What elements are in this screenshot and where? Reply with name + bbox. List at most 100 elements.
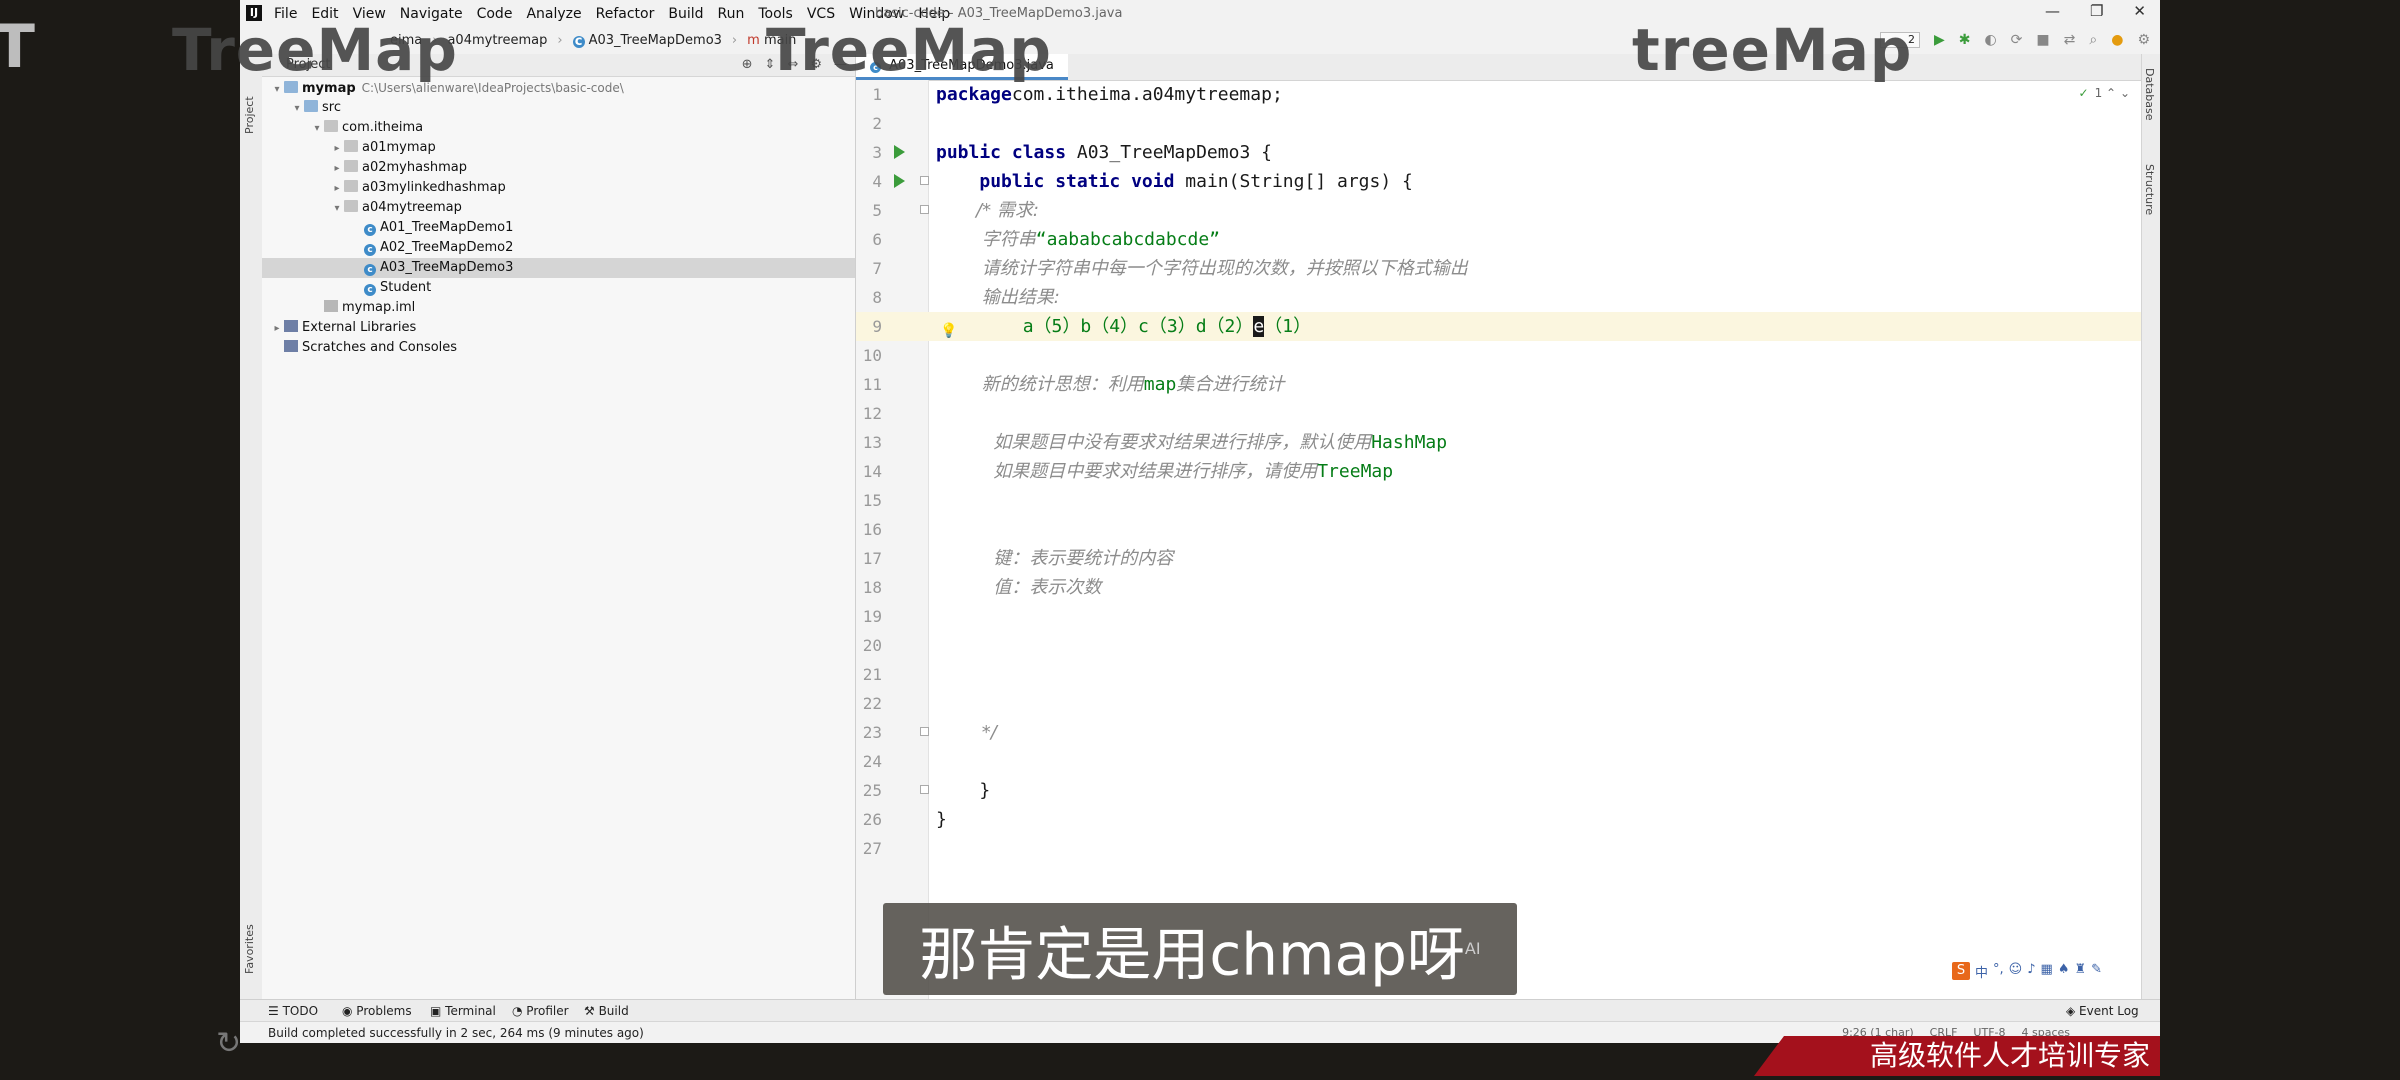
settings-icon[interactable]: ⚙ [2137,32,2150,48]
code-line[interactable]: 16 [856,515,2160,544]
keyboard-icon[interactable]: ▦ [2041,962,2053,981]
problems-tab[interactable]: ◉ Problems [342,1004,412,1018]
menu-build[interactable]: Build [668,6,703,22]
tree-item-label: a04mytreemap [362,200,462,215]
breadcrumb-class[interactable]: c A03_TreeMapDemo3 [572,33,722,48]
chevron-down-icon[interactable]: ⌄ [2120,86,2130,100]
tree-item[interactable]: ▸ External Libraries [262,318,855,338]
sogou-logo-icon[interactable]: S [1952,962,1970,980]
code-line[interactable]: 17 键：表示要统计的内容 [856,544,2160,573]
tree-item[interactable]: c A03_TreeMapDemo3 [262,258,855,278]
tree-item[interactable]: ▸ a01mymap [262,138,855,158]
toolbox-icon[interactable]: ♜ [2074,962,2086,981]
ime-language-toggle[interactable]: 中 [1975,962,1988,981]
menu-code[interactable]: Code [477,6,513,22]
terminal-tab[interactable]: ▣ Terminal [430,1004,496,1018]
emoji-icon[interactable]: ☺ [2009,962,2023,981]
code-line[interactable]: 7 请统计字符串中每一个字符出现的次数，并按照以下格式输出 [856,254,2160,283]
tree-item[interactable]: ▸ a03mylinkedhashmap [262,178,855,198]
project-tool-tab[interactable]: Project [243,96,256,134]
inspection-widget[interactable]: ✓ 1 ⌃ ⌄ [2079,86,2130,100]
code-line[interactable]: 1 packagecom.itheima.a04mytreemap; [856,80,2160,109]
code-line[interactable]: 9 💡 a（5）b（4）c（3）d（2）e（1） [856,312,2160,341]
tree-item[interactable]: ▾ a04mytreemap [262,198,855,218]
run-gutter-icon[interactable] [894,145,905,159]
code-line[interactable]: 14 如果题目中要求对结果进行排序，请使用TreeMap [856,457,2160,486]
translate-icon[interactable]: ⇄ [2064,32,2076,48]
menu-analyze[interactable]: Analyze [526,6,581,22]
breadcrumb-subpackage[interactable]: a04mytreemap [447,33,547,48]
run-gutter-icon[interactable] [894,174,905,188]
chevron-right-icon[interactable]: ▸ [330,159,344,179]
event-log-tab[interactable]: ◈ Event Log [2066,1004,2139,1018]
favorites-tool-tab[interactable]: Favorites [243,924,256,974]
run-icon[interactable]: ▶ [1934,32,1945,48]
chevron-down-icon[interactable]: ▾ [290,99,304,119]
code-line[interactable]: 8 输出结果: [856,283,2160,312]
code-line[interactable]: 2 [856,109,2160,138]
status-message[interactable]: Build completed successfully in 2 sec, 2… [268,1026,644,1040]
fold-icon[interactable] [920,785,929,794]
debug-icon[interactable]: ✱ [1959,32,1971,48]
tree-item[interactable]: mymap.iml [262,298,855,318]
tree-item[interactable]: c A02_TreeMapDemo2 [262,238,855,258]
chevron-down-icon[interactable]: ▾ [330,199,344,219]
lib-icon [284,340,298,352]
profile-icon[interactable]: ⟳ [2011,32,2023,48]
code-line[interactable]: 21 [856,660,2160,689]
tree-item[interactable]: ▾ com.itheima [262,118,855,138]
code-line[interactable]: 10 [856,341,2160,370]
line-number: 18 [862,578,882,597]
search-icon[interactable]: ⌕ [2089,32,2097,48]
update-icon[interactable]: ● [2111,32,2123,48]
close-button[interactable]: ✕ [2133,2,2146,20]
wrench-icon[interactable]: ✎ [2091,962,2102,981]
minimize-button[interactable]: — [2045,2,2060,20]
code-line[interactable]: 4 public static void main(String[] args)… [856,167,2160,196]
todo-tab[interactable]: ☰ TODO [268,1004,318,1018]
tree-item[interactable]: ▸ a02myhashmap [262,158,855,178]
maximize-button[interactable]: ❐ [2090,2,2103,20]
code-line[interactable]: 24 [856,747,2160,776]
coverage-icon[interactable]: ◐ [1984,32,1996,48]
chevron-up-icon[interactable]: ⌃ [2106,86,2116,100]
fold-icon[interactable] [920,176,929,185]
code-line[interactable]: 19 [856,602,2160,631]
code-line[interactable]: 12 [856,399,2160,428]
chevron-right-icon[interactable]: ▸ [330,179,344,199]
code-line[interactable]: 25 } [856,776,2160,805]
locate-icon[interactable]: ⊕ [742,57,753,72]
microphone-icon[interactable]: ♪ [2027,962,2035,981]
menu-refactor[interactable]: Refactor [596,6,655,22]
code-line[interactable]: 18 值：表示次数 [856,573,2160,602]
code-line[interactable]: 20 [856,631,2160,660]
menu-run[interactable]: Run [718,6,745,22]
tree-item[interactable]: c A01_TreeMapDemo1 [262,218,855,238]
code-line[interactable]: 3 public class A03_TreeMapDemo3 { [856,138,2160,167]
punctuation-icon[interactable]: °, [1993,962,2004,981]
tree-item[interactable]: Scratches and Consoles [262,338,855,358]
tree-item[interactable]: ▾ src [262,98,855,118]
chevron-right-icon[interactable]: ▸ [330,139,344,159]
code-line[interactable]: 15 [856,486,2160,515]
code-line[interactable]: 11 新的统计思想：利用map集合进行统计 [856,370,2160,399]
chevron-down-icon[interactable]: ▾ [310,119,324,139]
code-line[interactable]: 22 [856,689,2160,718]
tree-item[interactable]: c Student [262,278,855,298]
build-tab[interactable]: ⚒ Build [584,1004,629,1018]
code-line[interactable]: 23 */ [856,718,2160,747]
database-tool-tab[interactable]: Database [2143,68,2156,121]
fold-icon[interactable] [920,205,929,214]
code-line[interactable]: 6 字符串“aababcabcdabcde” [856,225,2160,254]
code-line[interactable]: 13 如果题目中没有要求对结果进行排序，默认使用HashMap [856,428,2160,457]
chevron-right-icon[interactable]: ▸ [270,319,284,339]
skin-icon[interactable]: ♠ [2058,962,2070,981]
code-line[interactable]: 26} [856,805,2160,834]
structure-tool-tab[interactable]: Structure [2143,164,2156,215]
fold-icon[interactable] [920,727,929,736]
stop-icon[interactable]: ■ [2036,32,2049,48]
code-line[interactable]: 27 [856,834,2160,863]
code-view[interactable]: 1 packagecom.itheima.a04mytreemap; 2 3 publi… [856,80,2160,863]
code-line[interactable]: 5 /* 需求: [856,196,2160,225]
profiler-tab[interactable]: ◔ Profiler [512,1004,569,1018]
